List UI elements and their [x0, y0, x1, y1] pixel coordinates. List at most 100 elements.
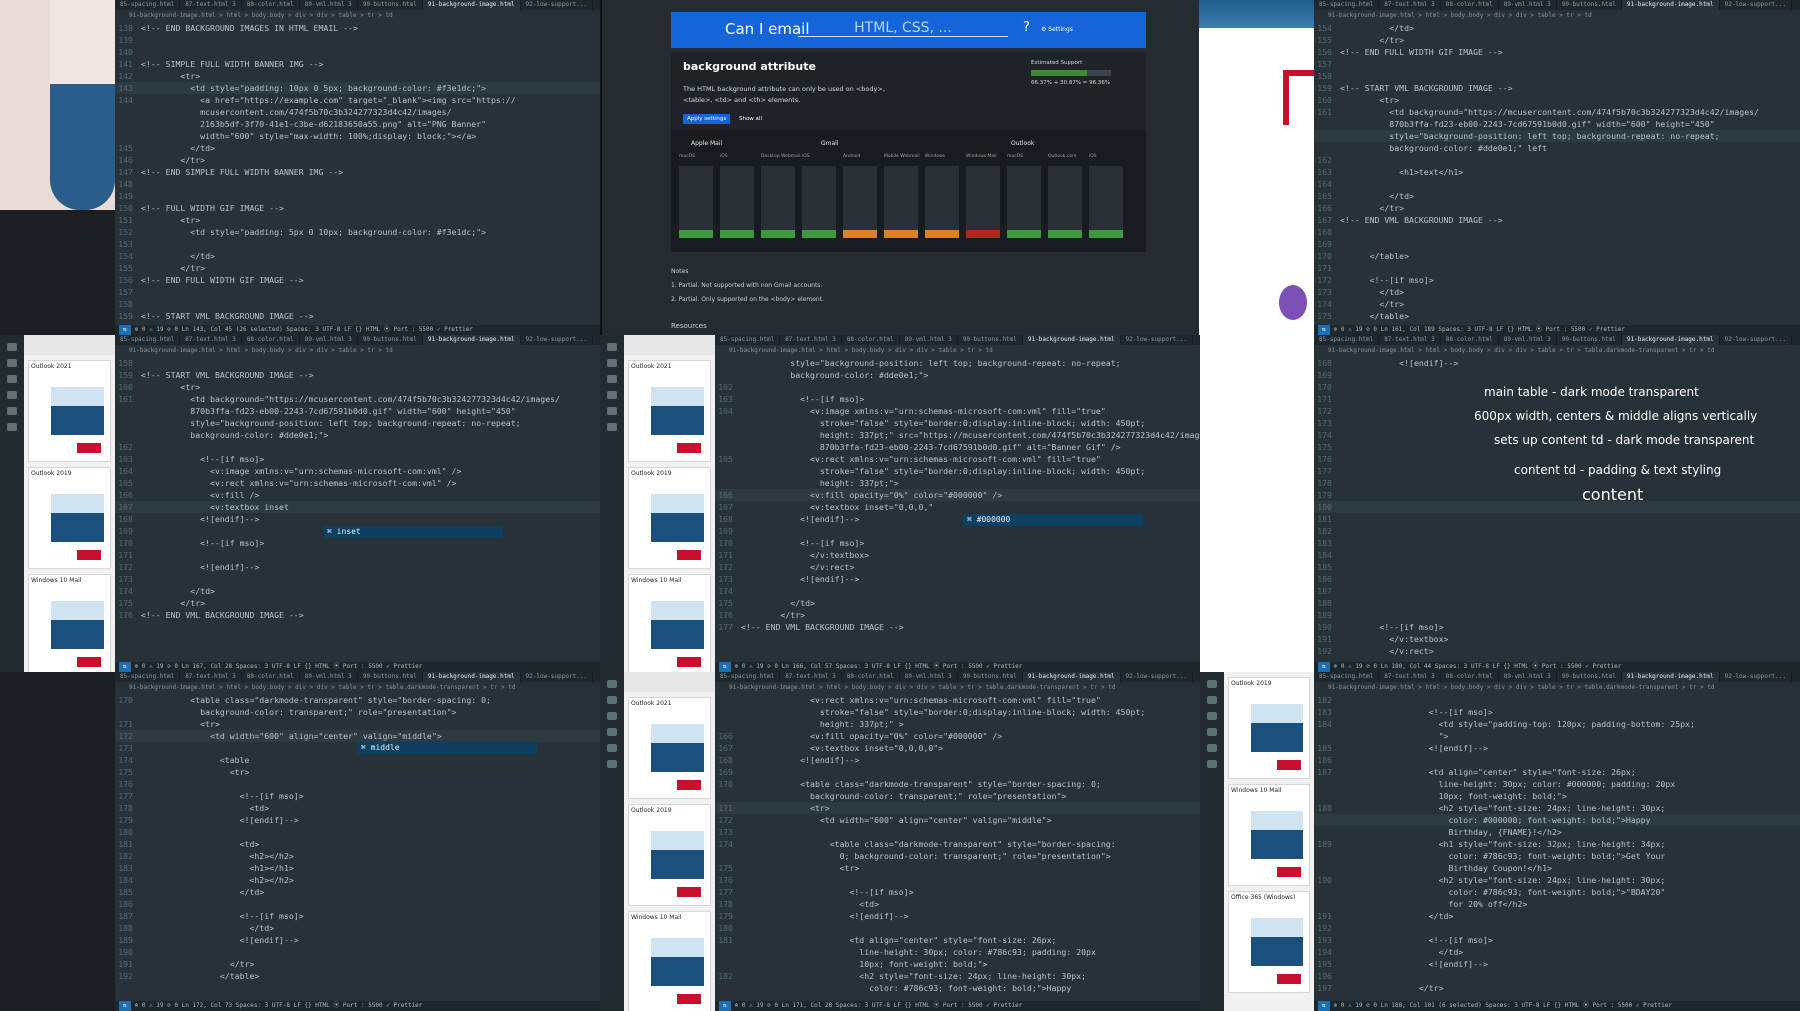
- editor-tab[interactable]: 91-background-image.html: [1621, 672, 1720, 682]
- cursor-position[interactable]: Ln 167, Col 28: [182, 663, 236, 670]
- code-line[interactable]: 157: [115, 286, 600, 298]
- apply-settings-button[interactable]: Apply settings: [683, 114, 731, 124]
- help-icon[interactable]: ?: [1023, 20, 1030, 35]
- code-line[interactable]: 189 <h1 style="font-size: 32px; line-hei…: [1314, 838, 1800, 850]
- activity-bar[interactable]: [600, 335, 624, 672]
- code-line[interactable]: 176: [115, 778, 600, 790]
- code-line[interactable]: 870b3ffa-fd23-eb00-2243-7cd67591b0d0.gif…: [1314, 118, 1800, 130]
- code-editor-pane-7[interactable]: 85-spacing.html 87-text.html 3 88-color.ht…: [715, 672, 1200, 1011]
- code-line[interactable]: Birthday Coupon!</h1>: [1314, 862, 1800, 874]
- code-line[interactable]: 159 <!-- START VML BACKGROUND IMAGE -->: [1314, 82, 1800, 94]
- code-area[interactable]: 138 <!-- END BACKGROUND IMAGES IN HTML EM…: [115, 22, 600, 325]
- editor-tab[interactable]: 85-spacing.html: [115, 0, 181, 10]
- code-line[interactable]: 190: [115, 946, 600, 958]
- code-line[interactable]: 164 <v:image xmlns:v="urn:schemas-micros…: [115, 465, 600, 477]
- code-line[interactable]: 150 <!-- FULL WIDTH GIF IMAGE -->: [115, 202, 600, 214]
- code-line[interactable]: 171: [1314, 262, 1800, 274]
- settings-button[interactable]: ⚙ Settings: [1041, 26, 1073, 33]
- code-line[interactable]: 180: [715, 922, 1200, 934]
- editor-tab[interactable]: 88-color.html: [242, 335, 300, 345]
- code-line[interactable]: 191 </td>: [1314, 910, 1800, 922]
- code-editor-pane-8[interactable]: 85-spacing.html 87-text.html 3 88-color.ht…: [1314, 672, 1800, 1011]
- editor-tab[interactable]: 85-spacing.html: [1314, 672, 1380, 682]
- support-cell[interactable]: [802, 230, 836, 238]
- code-line[interactable]: 166 <v:fill />: [115, 489, 600, 501]
- editor-tab[interactable]: 92-low-support...: [521, 0, 594, 10]
- code-line[interactable]: style="background-position: left top; ba…: [1314, 130, 1800, 142]
- code-line[interactable]: 174 </tr>: [1314, 298, 1800, 310]
- editor-tab[interactable]: 87-text.html 3: [180, 335, 242, 345]
- code-line[interactable]: color: #786c93; font-weight: bold;">Happ…: [715, 982, 1200, 994]
- code-area[interactable]: 158 159 <!-- START VML BACKGROUND IMAGE --…: [115, 357, 600, 662]
- code-line[interactable]: 163 <!--[if mso]>: [715, 393, 1200, 405]
- code-line[interactable]: 870b3ffa-fd23-eb00-2243-7cd67591b0d0.gif…: [715, 441, 1200, 453]
- editor-tab[interactable]: 91-background-image.html: [1621, 335, 1720, 345]
- code-line[interactable]: 167 <!-- END VML BACKGROUND IMAGE -->: [1314, 214, 1800, 226]
- activity-bar[interactable]: [1200, 672, 1224, 1011]
- client-thumbnail[interactable]: Outlook 2019: [628, 804, 711, 906]
- support-cell[interactable]: [761, 230, 795, 238]
- editor-tab[interactable]: 87-text.html 3: [780, 335, 842, 345]
- code-line[interactable]: 162: [115, 441, 600, 453]
- code-line[interactable]: 178 <td>: [715, 898, 1200, 910]
- editor-tab[interactable]: 89-vml.html 3: [1499, 0, 1557, 10]
- code-line[interactable]: 165 <v:rect xmlns:v="urn:schemas-microso…: [115, 477, 600, 489]
- code-line[interactable]: 180: [115, 826, 600, 838]
- code-line[interactable]: 160 <tr>: [1314, 94, 1800, 106]
- client-thumbnail[interactable]: Outlook 2019: [28, 467, 111, 569]
- show-all-button[interactable]: Show all: [735, 114, 766, 124]
- code-line[interactable]: 161 <td background="https://mcuserconten…: [115, 393, 600, 405]
- code-line[interactable]: 164: [1314, 178, 1800, 190]
- editor-tab[interactable]: 89-vml.html 3: [900, 672, 958, 682]
- code-line[interactable]: 174 <table class="darkmode-transparent" …: [715, 838, 1200, 850]
- code-line[interactable]: 177 <!-- END VML BACKGROUND IMAGE -->: [715, 621, 1200, 633]
- problems-count[interactable]: ⊗ 0 ⚠ 19 ⊘ 0: [135, 1002, 182, 1009]
- code-line[interactable]: background-color: #dde0e1;">: [115, 429, 600, 441]
- code-line[interactable]: 192: [1314, 922, 1800, 934]
- editor-tab[interactable]: 87-text.html 3: [780, 672, 842, 682]
- code-line[interactable]: 148: [115, 178, 600, 190]
- code-line[interactable]: 155 </tr>: [115, 262, 600, 274]
- code-line[interactable]: 142 <tr>: [115, 70, 600, 82]
- problems-count[interactable]: ⊗ 0 ⚠ 19 ⊘ 0: [1334, 1002, 1381, 1009]
- code-line[interactable]: color: #786c93; font-weight: bold;">Get …: [1314, 850, 1800, 862]
- code-line[interactable]: 171 </v:textbox>: [715, 549, 1200, 561]
- remote-indicator[interactable]: ⇆: [119, 1001, 131, 1011]
- code-line[interactable]: 186: [115, 898, 600, 910]
- code-line[interactable]: color: #000000; font-weight: bold;">Happ…: [1314, 814, 1800, 826]
- cursor-position[interactable]: Ln 172, Col 73: [182, 1002, 236, 1009]
- editor-tab[interactable]: 85-spacing.html: [715, 672, 781, 682]
- code-editor-pane-3[interactable]: 85-spacing.html 87-text.html 3 88-color.ht…: [115, 335, 600, 672]
- autocomplete-suggestion[interactable]: ⌘ inset: [323, 526, 503, 538]
- code-line[interactable]: 172 <td width="600" align="center" valig…: [115, 730, 600, 742]
- code-editor-pane-2[interactable]: 85-spacing.html 87-text.html 3 88-color.ht…: [1314, 0, 1800, 335]
- code-line[interactable]: 174 </td>: [115, 585, 600, 597]
- code-line[interactable]: 182 <h2></h2>: [115, 850, 600, 862]
- code-line[interactable]: stroke="false" style="border:0;display:i…: [715, 706, 1200, 718]
- code-editor-pane-1[interactable]: 85-spacing.html 87-text.html 3 88-color.ht…: [115, 0, 600, 335]
- support-cell[interactable]: [925, 230, 959, 238]
- editor-tab[interactable]: 87-text.html 3: [180, 0, 242, 10]
- autocomplete-suggestion[interactable]: ⌘ #000000: [963, 514, 1143, 526]
- breadcrumb[interactable]: 91-background-image.html > html > body.b…: [715, 683, 1200, 692]
- code-line[interactable]: height: 337pt;" src="https://mcuserconte…: [715, 429, 1200, 441]
- code-editor-pane-5[interactable]: 85-spacing.html 87-text.html 3 88-color.ht…: [1314, 335, 1800, 672]
- code-line[interactable]: 172 <td width="600" align="center" valig…: [715, 814, 1200, 826]
- code-line[interactable]: 161 <td background="https://mcuserconten…: [1314, 106, 1800, 118]
- code-line[interactable]: width="600" style="max-width: 100%;displ…: [115, 130, 600, 142]
- editor-tab[interactable]: 88-color.html: [1441, 0, 1499, 10]
- code-line[interactable]: 182: [1314, 694, 1800, 706]
- editor-tab[interactable]: 87-text.html 3: [1379, 0, 1441, 10]
- code-line[interactable]: 181: [1314, 513, 1800, 525]
- editor-tab[interactable]: 88-color.html: [1441, 672, 1499, 682]
- editor-tab[interactable]: 89-vml.html 3: [1499, 672, 1557, 682]
- code-line[interactable]: 158: [115, 298, 600, 310]
- code-line[interactable]: 170 </table>: [1314, 250, 1800, 262]
- code-line[interactable]: 147 <!-- END SIMPLE FULL WIDTH BANNER IMG…: [115, 166, 600, 178]
- breadcrumb[interactable]: 91-background-image.html > html > body.b…: [1314, 11, 1800, 20]
- code-line[interactable]: height: 337pt;" >: [715, 718, 1200, 730]
- code-line[interactable]: 181 <td>: [115, 838, 600, 850]
- cursor-position[interactable]: Ln 166, Col 57: [782, 663, 836, 670]
- code-line[interactable]: 170 <table class="darkmode-transparent" …: [715, 778, 1200, 790]
- code-line[interactable]: 154 </td>: [1314, 22, 1800, 34]
